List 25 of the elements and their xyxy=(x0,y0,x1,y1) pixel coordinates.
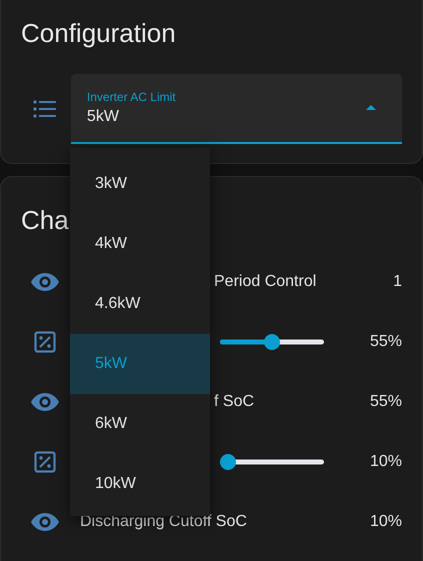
entity-value: 55% xyxy=(370,333,402,351)
field-label: Inverter AC Limit xyxy=(86,90,176,104)
eye-icon xyxy=(30,272,60,292)
menu-item[interactable]: 4.6kW xyxy=(70,274,210,334)
entity-value: 1 xyxy=(393,273,402,291)
entity-label: f SoC xyxy=(214,393,254,411)
eye-icon xyxy=(30,392,60,412)
eye-icon xyxy=(30,512,60,532)
entity-label: Period Control xyxy=(214,273,316,291)
entity-value: 55% xyxy=(370,393,402,411)
menu-item[interactable]: 10kW xyxy=(70,454,210,514)
select-field[interactable]: Inverter AC Limit 5kW xyxy=(70,74,402,144)
list-icon xyxy=(33,100,57,118)
slider[interactable] xyxy=(220,334,324,350)
card-title: Cha xyxy=(21,204,70,237)
menu-item[interactable]: 3kW xyxy=(70,154,210,214)
field-value: 5kW xyxy=(86,108,119,126)
slider[interactable] xyxy=(220,454,324,470)
menu-item[interactable]: 6kW xyxy=(70,394,210,454)
entity-value: 10% xyxy=(370,513,402,531)
entity-value: 10% xyxy=(370,453,402,471)
menu-item[interactable]: 5kW xyxy=(70,334,210,394)
card-title: Configuration xyxy=(21,17,177,50)
menu-item[interactable]: 4kW xyxy=(70,214,210,274)
caret-icon xyxy=(366,105,376,110)
